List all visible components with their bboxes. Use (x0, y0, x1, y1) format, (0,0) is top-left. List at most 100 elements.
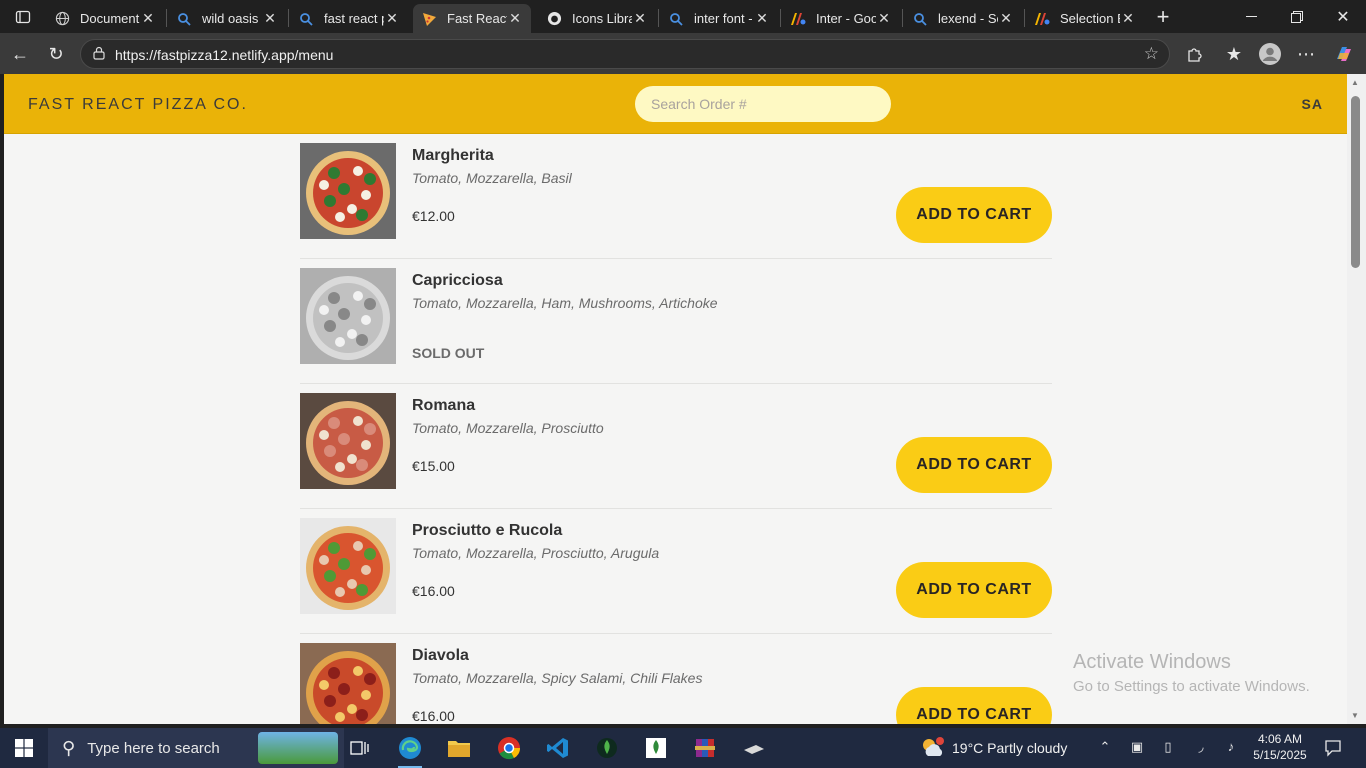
more-icon: ⋯ (1297, 43, 1315, 64)
tab-close-icon[interactable]: ✕ (140, 10, 156, 27)
notifications-icon[interactable] (1324, 739, 1342, 757)
clock-date: 5/15/2025 (1253, 748, 1307, 762)
tab-close-icon[interactable]: ✕ (1120, 10, 1136, 27)
search-icon (298, 11, 314, 27)
favorite-star-icon[interactable]: ☆ (1144, 44, 1159, 64)
start-button[interactable] (0, 728, 48, 768)
tab-separator (902, 9, 903, 27)
taskbar-app[interactable] (734, 732, 774, 764)
page-scrollbar[interactable]: ▲ ▼ (1347, 74, 1366, 724)
tab-close-icon[interactable]: ✕ (507, 10, 523, 27)
tab-close-icon[interactable]: ✕ (262, 10, 278, 27)
site-info-icon[interactable] (91, 46, 107, 62)
brand-logo-link[interactable]: FAST REACT PIZZA CO. (28, 96, 248, 114)
taskbar-vscode[interactable] (538, 732, 578, 764)
browser-tab[interactable]: Fast React P✕ (413, 4, 531, 33)
battery-icon[interactable]: ▯ (1159, 739, 1177, 757)
reload-button[interactable]: ↻ (42, 41, 70, 67)
profile-button[interactable] (1256, 41, 1284, 67)
search-order-input[interactable] (635, 86, 891, 122)
google-fonts-icon (1034, 11, 1050, 27)
app-tray-icon (744, 745, 764, 754)
back-button[interactable]: ← (6, 41, 34, 67)
favorites-button[interactable]: ★ (1220, 41, 1248, 67)
favorites-icon: ★ (1225, 43, 1243, 64)
browser-tab[interactable]: lexend - Se ✕ (904, 4, 1022, 33)
minimize-button[interactable] (1228, 0, 1274, 33)
browser-tab[interactable]: Inter - Goo ✕ (782, 4, 900, 33)
add-to-cart-button[interactable]: ADD TO CART (896, 437, 1052, 493)
browser-toolbar: ← ↻ https://fastpizza12.netlify.app/menu… (0, 33, 1366, 74)
app-header: FAST REACT PIZZA CO. SA (4, 74, 1347, 134)
taskbar-edge[interactable] (390, 732, 430, 768)
browser-tab[interactable]: Document ✕ (46, 4, 164, 33)
task-view-button[interactable] (340, 732, 380, 764)
system-clock[interactable]: 4:06 AM 5/15/2025 (1248, 731, 1312, 763)
pizza-ingredients: Tomato, Mozzarella, Prosciutto (412, 420, 604, 436)
browser-tab-strip: Document✕wild oasis -✕fast react pi✕Fast… (0, 0, 1366, 33)
add-to-cart-button[interactable]: ADD TO CART (896, 187, 1052, 243)
more-menu-button[interactable]: ⋯ (1292, 41, 1320, 67)
taskbar-chrome[interactable] (489, 732, 529, 764)
tab-title: Fast React P (447, 11, 507, 26)
browser-tab[interactable]: wild oasis - ✕ (168, 4, 286, 33)
network-icon[interactable]: ◞ (1192, 739, 1210, 757)
tab-close-icon[interactable]: ✕ (998, 10, 1014, 27)
meet-now-icon[interactable]: ▣ (1128, 739, 1146, 757)
address-bar[interactable]: https://fastpizza12.netlify.app/menu ☆ (80, 39, 1170, 69)
taskbar-mongodb-shell[interactable] (636, 732, 676, 764)
tab-separator (166, 9, 167, 27)
chrome-icon (498, 737, 521, 760)
browser-tab[interactable]: Selection Er✕ (1026, 4, 1144, 33)
copilot-button[interactable] (1330, 41, 1358, 67)
browser-tab[interactable]: inter font - ✕ (660, 4, 778, 33)
taskbar-search-box[interactable]: ⚲ Type here to search (48, 728, 344, 768)
scroll-down-arrow-icon[interactable]: ▼ (1351, 711, 1359, 720)
taskbar-search-placeholder: Type here to search (87, 739, 220, 757)
tab-close-icon[interactable]: ✕ (632, 10, 648, 27)
vscode-icon (547, 738, 568, 758)
show-hidden-icons-chevron-icon[interactable]: ⌃ (1096, 739, 1114, 757)
task-view-icon (350, 741, 369, 755)
pizza-price: €15.00 (412, 458, 455, 474)
extensions-button[interactable] (1180, 41, 1208, 67)
tab-title: fast react pi (324, 11, 384, 26)
new-tab-button[interactable]: + (1140, 0, 1186, 33)
restore-button[interactable] (1274, 0, 1320, 33)
tab-close-icon[interactable]: ✕ (876, 10, 892, 27)
weather-widget[interactable]: 19°C Partly cloudy (920, 728, 1067, 768)
taskbar-file-explorer[interactable] (439, 732, 479, 764)
tab-title: Document (80, 11, 140, 26)
menu-item: Diavola Tomato, Mozzarella, Spicy Salami,… (300, 634, 1052, 724)
tab-title: wild oasis - (202, 11, 262, 26)
windows-logo-icon (15, 739, 33, 757)
tab-separator (780, 9, 781, 27)
pizza-price: €16.00 (412, 708, 455, 724)
avatar (1259, 43, 1281, 65)
browser-tab[interactable]: Icons Librar✕ (538, 4, 656, 33)
close-window-button[interactable]: ✕ (1320, 0, 1366, 33)
mongodb-leaf-icon (646, 738, 666, 758)
search-icon: ⚲ (62, 737, 76, 758)
taskbar-mongodb-compass[interactable] (587, 732, 627, 764)
taskbar-winrar[interactable] (685, 732, 725, 764)
pizza-ingredients: Tomato, Mozzarella, Spicy Salami, Chili … (412, 670, 703, 686)
close-icon: ✕ (1336, 8, 1350, 26)
pizza-icon (421, 11, 437, 27)
tab-close-icon[interactable]: ✕ (384, 10, 400, 27)
add-to-cart-button[interactable]: ADD TO CART (896, 687, 1052, 724)
mongodb-leaf-icon (597, 738, 617, 758)
tab-title: inter font - (694, 11, 753, 26)
scrollbar-thumb[interactable] (1351, 96, 1360, 268)
browser-tab[interactable]: fast react pi✕ (290, 4, 408, 33)
tab-title: Inter - Goo (816, 11, 876, 26)
add-to-cart-button[interactable]: ADD TO CART (896, 562, 1052, 618)
scroll-up-arrow-icon[interactable]: ▲ (1351, 78, 1359, 87)
search-icon (912, 11, 928, 27)
volume-icon[interactable]: ♪ (1222, 739, 1240, 757)
tab-actions-button[interactable] (0, 0, 46, 33)
pizza-image (300, 518, 396, 614)
tab-separator (658, 9, 659, 27)
copilot-icon (1337, 47, 1351, 61)
tab-close-icon[interactable]: ✕ (754, 10, 770, 27)
